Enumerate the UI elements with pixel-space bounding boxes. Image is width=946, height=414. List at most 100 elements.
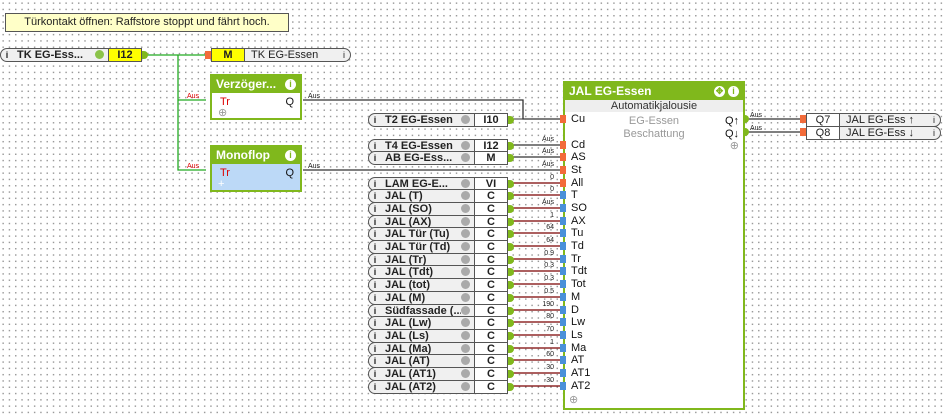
- monoflop-block[interactable]: Monoflop i Tr Q +: [210, 145, 302, 192]
- block-title: Monoflop: [216, 148, 270, 162]
- info-icon[interactable]: i: [728, 86, 739, 97]
- move-icon[interactable]: ✥: [714, 86, 725, 97]
- pin-label: Cd: [571, 139, 586, 151]
- info-icon[interactable]: i: [369, 381, 381, 393]
- input-pin[interactable]: [560, 141, 566, 149]
- info-icon[interactable]: i: [369, 317, 381, 329]
- input-pin[interactable]: [560, 242, 566, 250]
- value-label: Aus: [541, 148, 554, 155]
- input-pin[interactable]: [560, 191, 566, 199]
- input-name: JAL (M): [385, 292, 426, 304]
- value-label: 0.9: [544, 250, 554, 257]
- input-row[interactable]: i JAL (AT2) C: [368, 380, 508, 394]
- pin-label: M: [571, 291, 581, 303]
- info-icon[interactable]: i: [369, 292, 381, 304]
- input-row[interactable]: i JAL (AT1) C: [368, 367, 508, 381]
- input-pin[interactable]: [560, 166, 566, 174]
- input-pin[interactable]: [560, 153, 566, 161]
- input-pin[interactable]: [560, 255, 566, 263]
- input-name: JAL (SO): [385, 203, 432, 215]
- input-pin[interactable]: [560, 229, 566, 237]
- input-pin[interactable]: [560, 356, 566, 364]
- add-output-icon[interactable]: ⊕: [730, 140, 739, 152]
- status-icon: [461, 217, 470, 226]
- add-icon[interactable]: +: [218, 178, 224, 190]
- tk-input[interactable]: i TK EG-Ess... I12: [0, 48, 142, 62]
- input-pin[interactable]: [560, 293, 566, 301]
- jalousie-block[interactable]: JAL EG-Essen i ✥ Automatikjalousie EG-Esse…: [560, 81, 745, 410]
- input-pin[interactable]: [560, 306, 566, 314]
- input-name: JAL (Lw): [385, 317, 432, 329]
- input-pin[interactable]: [560, 217, 566, 225]
- delay-block[interactable]: Verzöger... i Tr Q ⊕: [210, 74, 302, 120]
- output-row[interactable]: Q8 JAL EG-Ess ↓ i: [806, 126, 941, 140]
- block-title: Verzöger...: [216, 77, 277, 91]
- input-pin[interactable]: [560, 267, 566, 275]
- input-row[interactable]: i T2 EG-Essen I10: [368, 113, 508, 127]
- status-icon: [461, 306, 470, 315]
- value-label: 0.5: [544, 288, 554, 295]
- info-icon[interactable]: i: [1, 49, 13, 61]
- input-row[interactable]: i JAL (tot) C: [368, 278, 508, 292]
- status-icon: [95, 50, 104, 59]
- info-icon[interactable]: i: [928, 127, 940, 139]
- input-row[interactable]: i JAL (T) C: [368, 189, 508, 203]
- input-type: C: [474, 203, 507, 215]
- value-label: 30: [546, 364, 554, 371]
- input-row[interactable]: i JAL (Lw) C: [368, 316, 508, 330]
- value-label: 64: [546, 237, 554, 244]
- pin-label: Ls: [571, 329, 583, 341]
- input-pin[interactable]: [560, 179, 566, 187]
- pin-label: AT1: [571, 367, 591, 379]
- input-pin[interactable]: [560, 115, 566, 123]
- info-icon[interactable]: i: [369, 355, 381, 367]
- info-icon[interactable]: i: [369, 228, 381, 240]
- input-row[interactable]: i JAL (M) C: [368, 291, 508, 305]
- value-label: 60: [546, 351, 554, 358]
- input-pin[interactable]: [560, 280, 566, 288]
- info-icon[interactable]: i: [369, 330, 381, 342]
- input-type: I12: [108, 49, 141, 61]
- input-type: C: [474, 330, 507, 342]
- input-pin[interactable]: [560, 344, 566, 352]
- output-row[interactable]: Q7 JAL EG-Ess ↑ i: [806, 113, 941, 127]
- info-icon[interactable]: i: [369, 152, 381, 164]
- info-icon[interactable]: i: [369, 190, 381, 202]
- input-pin[interactable]: [560, 331, 566, 339]
- input-pin[interactable]: [560, 382, 566, 390]
- add-icon[interactable]: ⊕: [218, 107, 227, 119]
- info-icon[interactable]: i: [369, 114, 381, 126]
- info-icon[interactable]: i: [285, 79, 296, 90]
- input-row[interactable]: i JAL Tür (Td) C: [368, 240, 508, 254]
- input-row[interactable]: i JAL (AT) C: [368, 354, 508, 368]
- info-icon[interactable]: i: [338, 49, 350, 61]
- info-icon[interactable]: i: [369, 368, 381, 380]
- input-name: TK EG-Ess...: [17, 49, 84, 61]
- block-category: Beschattung: [623, 128, 685, 140]
- input-row[interactable]: i JAL (Ls) C: [368, 329, 508, 343]
- info-icon[interactable]: i: [928, 114, 940, 126]
- info-icon[interactable]: i: [369, 266, 381, 278]
- input-pin[interactable]: [560, 318, 566, 326]
- input-pin[interactable]: [560, 369, 566, 377]
- info-icon[interactable]: i: [369, 241, 381, 253]
- input-row[interactable]: i AB EG-Ess... M: [368, 151, 508, 165]
- pin-label: T: [571, 189, 578, 201]
- output-name: JAL EG-Ess ↓: [846, 127, 915, 139]
- pin-label: D: [571, 304, 579, 316]
- input-row[interactable]: i JAL (Tdt) C: [368, 265, 508, 279]
- add-input-icon[interactable]: ⊕: [569, 394, 578, 406]
- input-pin[interactable]: [560, 204, 566, 212]
- block-room: EG-Essen: [628, 115, 680, 127]
- tk-marker[interactable]: M TK EG-Essen i: [211, 48, 351, 62]
- value-label: Aus: [541, 136, 554, 143]
- output-down-label: Q↓: [724, 128, 739, 140]
- diagram-canvas[interactable]: Türkontakt öffnen: Raffstore stoppt und …: [0, 0, 946, 414]
- input-row[interactable]: i JAL (SO) C: [368, 202, 508, 216]
- info-icon[interactable]: i: [369, 203, 381, 215]
- pin-label: AT2: [571, 380, 591, 392]
- value-label: 70: [546, 326, 554, 333]
- info-icon[interactable]: i: [285, 150, 296, 161]
- input-row[interactable]: i JAL Tür (Tu) C: [368, 227, 508, 241]
- info-icon[interactable]: i: [369, 279, 381, 291]
